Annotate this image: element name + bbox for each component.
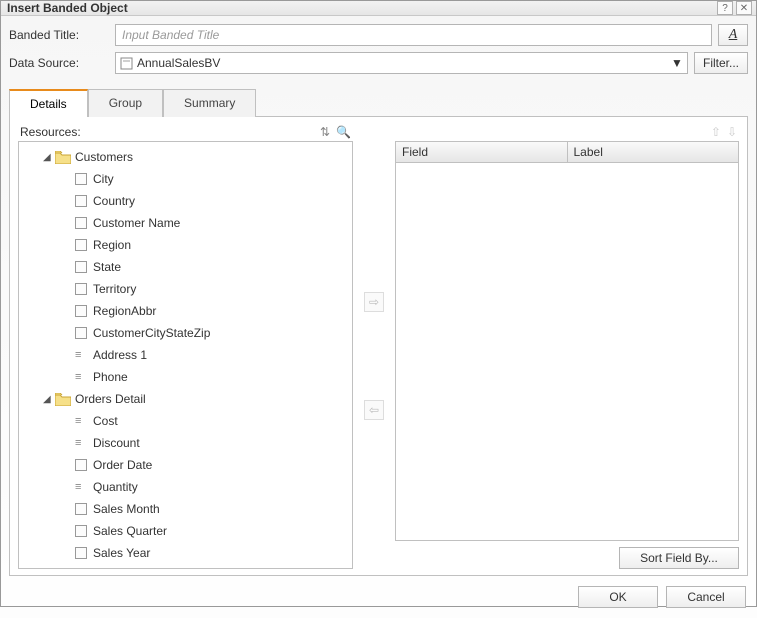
resources-panel: Resources: ⇅ 🔍 ◢ Customers City Country Cust…: [18, 125, 353, 569]
tab-details[interactable]: Details: [9, 89, 88, 117]
tree-item[interactable]: Territory: [19, 278, 352, 300]
tree-item[interactable]: Order Date: [19, 454, 352, 476]
banded-title-input[interactable]: [115, 24, 712, 46]
tree-group[interactable]: ◢ Orders Detail: [19, 388, 352, 410]
expand-toggle-icon[interactable]: ◢: [43, 152, 55, 163]
tree-item-label: RegionAbbr: [93, 304, 156, 318]
datasource-icon: [120, 57, 133, 70]
tree-item[interactable]: Country: [19, 190, 352, 212]
footer: OK Cancel: [1, 576, 756, 618]
data-source-value: AnnualSalesBV: [137, 56, 220, 70]
body: Resources: ⇅ 🔍 ◢ Customers City Country Cust…: [9, 117, 748, 576]
tree-item-label: Territory: [93, 282, 136, 296]
resources-label: Resources:: [20, 125, 81, 139]
tree-item[interactable]: ≡ Discount: [19, 432, 352, 454]
banded-title-label: Banded Title:: [9, 28, 109, 42]
list-icon: ≡: [75, 417, 89, 425]
checkbox-icon[interactable]: [75, 195, 87, 207]
list-icon: ≡: [75, 483, 89, 491]
checkbox-icon[interactable]: [75, 283, 87, 295]
checkbox-icon[interactable]: [75, 327, 87, 339]
tree-group-label: Customers: [75, 150, 133, 164]
tree-item[interactable]: Sales Year: [19, 542, 352, 564]
tree-item-label: Address 1: [93, 348, 147, 362]
resources-tree[interactable]: ◢ Customers City Country Customer Name Region…: [18, 141, 353, 569]
checkbox-icon[interactable]: [75, 525, 87, 537]
tabs: Details Group Summary: [9, 88, 748, 117]
tree-item-label: Cost: [93, 414, 118, 428]
form-area: Banded Title: A Data Source: AnnualSales…: [1, 16, 756, 84]
tree-item[interactable]: Sales Month: [19, 498, 352, 520]
tree-item-label: Customer Name: [93, 216, 180, 230]
tree-item-label: Phone: [93, 370, 128, 384]
column-field[interactable]: Field: [396, 142, 568, 162]
help-button[interactable]: ?: [717, 1, 733, 15]
tree-item-label: Region: [93, 238, 131, 252]
tree-item-label: Sales Quarter: [93, 524, 167, 538]
checkbox-icon[interactable]: [75, 547, 87, 559]
checkbox-icon[interactable]: [75, 305, 87, 317]
tree-item[interactable]: City: [19, 168, 352, 190]
tree-item-label: Sales Year: [93, 546, 150, 560]
tab-group[interactable]: Group: [88, 89, 163, 117]
close-button[interactable]: ✕: [736, 1, 752, 15]
tree-item[interactable]: ≡ Cost: [19, 410, 352, 432]
font-button[interactable]: A: [718, 24, 748, 46]
filter-button[interactable]: Filter...: [694, 52, 748, 74]
sort-field-button[interactable]: Sort Field By...: [619, 547, 739, 569]
tree-item-label: Quantity: [93, 480, 138, 494]
checkbox-icon[interactable]: [75, 217, 87, 229]
folder-icon: [55, 393, 71, 406]
tree-item[interactable]: ≡ Address 1: [19, 344, 352, 366]
window-title: Insert Banded Object: [5, 1, 714, 15]
ok-button[interactable]: OK: [578, 586, 658, 608]
data-source-select[interactable]: AnnualSalesBV ▼: [115, 52, 688, 74]
cancel-button[interactable]: Cancel: [666, 586, 746, 608]
tree-item[interactable]: RegionAbbr: [19, 300, 352, 322]
tree-item[interactable]: Customer Name: [19, 212, 352, 234]
tree-item[interactable]: CustomerCityStateZip: [19, 322, 352, 344]
sort-icon[interactable]: ⇅: [320, 125, 330, 139]
tree-item-label: Country: [93, 194, 135, 208]
tree-item[interactable]: Sales Quarter: [19, 520, 352, 542]
tree-item[interactable]: ≡ Phone: [19, 366, 352, 388]
column-label[interactable]: Label: [568, 142, 739, 162]
tree-item-label: Order Date: [93, 458, 152, 472]
folder-icon: [55, 151, 71, 164]
tree-item-label: City: [93, 172, 114, 186]
remove-button[interactable]: ⇦: [364, 400, 384, 420]
expand-toggle-icon[interactable]: ◢: [43, 394, 55, 405]
checkbox-icon[interactable]: [75, 503, 87, 515]
list-icon: ≡: [75, 351, 89, 359]
dialog: Insert Banded Object ? ✕ Banded Title: A…: [0, 0, 757, 607]
dropdown-arrow-icon[interactable]: ▼: [669, 56, 685, 70]
move-up-icon[interactable]: ⇧: [711, 125, 721, 139]
checkbox-icon[interactable]: [75, 173, 87, 185]
checkbox-icon[interactable]: [75, 459, 87, 471]
tab-summary[interactable]: Summary: [163, 89, 256, 117]
tree-item[interactable]: Region: [19, 234, 352, 256]
tree-group[interactable]: ◢ Customers: [19, 146, 352, 168]
checkbox-icon[interactable]: [75, 261, 87, 273]
fields-grid[interactable]: Field Label: [395, 141, 739, 541]
tree-item-label: CustomerCityStateZip: [93, 326, 210, 340]
tree-group-label: Orders Detail: [75, 392, 146, 406]
search-icon[interactable]: 🔍: [336, 125, 351, 139]
list-icon: ≡: [75, 373, 89, 381]
transfer-column: ⇨ ⇦: [359, 125, 389, 569]
list-icon: ≡: [75, 439, 89, 447]
add-button[interactable]: ⇨: [364, 292, 384, 312]
data-source-label: Data Source:: [9, 56, 109, 70]
tree-item-label: Sales Month: [93, 502, 160, 516]
checkbox-icon[interactable]: [75, 239, 87, 251]
move-down-icon[interactable]: ⇩: [727, 125, 737, 139]
fields-panel: ⇧ ⇩ Field Label Sort Field By...: [395, 125, 739, 569]
tree-item[interactable]: State: [19, 256, 352, 278]
tree-item-label: Discount: [93, 436, 140, 450]
tree-item[interactable]: ≡ Quantity: [19, 476, 352, 498]
titlebar: Insert Banded Object ? ✕: [1, 1, 756, 16]
tree-item-label: State: [93, 260, 121, 274]
